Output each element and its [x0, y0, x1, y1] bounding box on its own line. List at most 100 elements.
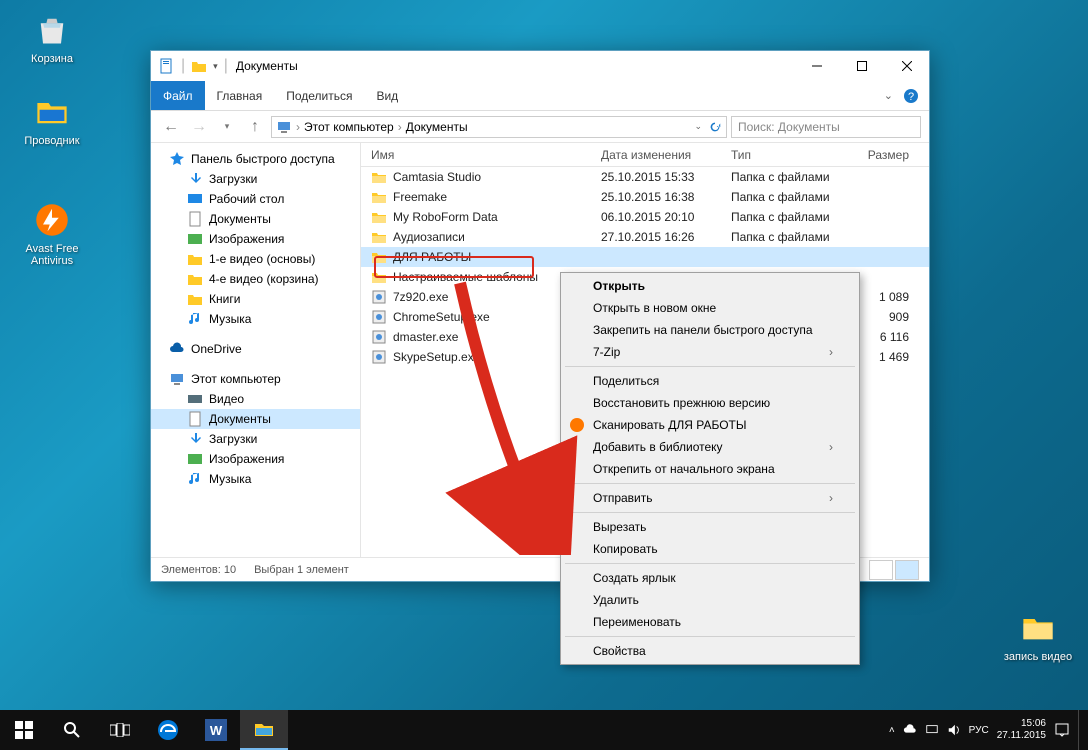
tray-notifications-icon[interactable] — [1054, 722, 1070, 738]
new-folder-icon[interactable] — [191, 58, 207, 74]
desktop-icon-record-video[interactable]: запись видео — [1000, 608, 1076, 663]
file-row[interactable]: Camtasia Studio25.10.2015 15:33Папка с ф… — [361, 167, 929, 187]
context-item[interactable]: Создать ярлык — [563, 567, 857, 589]
column-headers[interactable]: Имя Дата изменения Тип Размер — [361, 143, 929, 167]
sidebar-item-video1[interactable]: 1-е видео (основы) — [151, 249, 360, 269]
context-item-label: Восстановить прежнюю версию — [593, 396, 770, 410]
context-item[interactable]: Копировать — [563, 538, 857, 560]
desktop-icon-recycle-bin[interactable]: Корзина — [14, 10, 90, 65]
sidebar-item-documents[interactable]: Документы — [151, 209, 360, 229]
context-item[interactable]: Поделиться — [563, 370, 857, 392]
titlebar[interactable]: | ▾ | Документы — [151, 51, 929, 81]
file-row[interactable]: ДЛЯ РАБОТЫ — [361, 247, 929, 267]
sidebar-item-downloads[interactable]: Загрузки — [151, 169, 360, 189]
dropdown-arrow-icon[interactable]: ▾ — [213, 61, 218, 72]
file-date: 25.10.2015 16:38 — [601, 190, 731, 204]
sidebar-pc-documents[interactable]: Документы — [151, 409, 360, 429]
sidebar-pc-downloads[interactable]: Загрузки — [151, 429, 360, 449]
start-button[interactable] — [0, 710, 48, 750]
properties-icon[interactable] — [159, 58, 175, 74]
desktop-icon-explorer[interactable]: Проводник — [14, 92, 90, 147]
tray-onedrive-icon[interactable] — [903, 723, 917, 737]
context-item-label: 7-Zip — [593, 345, 620, 359]
view-icons-button[interactable] — [895, 560, 919, 580]
view-details-button[interactable] — [869, 560, 893, 580]
ribbon-tab-share[interactable]: Поделиться — [274, 81, 364, 110]
breadcrumb-item[interactable]: Документы — [406, 120, 468, 134]
back-button[interactable]: ← — [159, 115, 183, 139]
context-item[interactable]: Переименовать — [563, 611, 857, 633]
context-item[interactable]: Открыть — [563, 275, 857, 297]
divider: | — [181, 57, 185, 75]
file-row[interactable]: Freemake25.10.2015 16:38Папка с файлами — [361, 187, 929, 207]
taskbar-word[interactable]: W — [192, 710, 240, 750]
context-item[interactable]: Открепить от начального экрана — [563, 458, 857, 480]
sidebar-item-music[interactable]: Музыка — [151, 309, 360, 329]
recent-dropdown[interactable]: ▾ — [215, 115, 239, 139]
show-desktop-button[interactable] — [1078, 710, 1084, 750]
sidebar-item-desktop[interactable]: Рабочий стол — [151, 189, 360, 209]
file-row[interactable]: Аудиозаписи27.10.2015 16:26Папка с файла… — [361, 227, 929, 247]
context-item[interactable]: Свойства — [563, 640, 857, 662]
ribbon-tab-home[interactable]: Главная — [205, 81, 275, 110]
context-item[interactable]: Отправить› — [563, 487, 857, 509]
col-size[interactable]: Размер — [861, 148, 929, 162]
tray-chevron-icon[interactable]: ˄ — [889, 725, 895, 736]
sidebar-thispc[interactable]: Этот компьютер — [151, 369, 360, 389]
music-icon — [187, 311, 203, 327]
up-button[interactable]: ↑ — [243, 115, 267, 139]
context-item[interactable]: Сканировать ДЛЯ РАБОТЫ — [563, 414, 857, 436]
sidebar-item-books[interactable]: Книги — [151, 289, 360, 309]
sidebar-pc-music[interactable]: Музыка — [151, 469, 360, 489]
sidebar-item-video4[interactable]: 4-е видео (корзина) — [151, 269, 360, 289]
context-item-label: Отправить — [593, 491, 653, 505]
folder-icon — [1018, 608, 1058, 648]
star-icon — [169, 151, 185, 167]
window-title: Документы — [236, 59, 298, 73]
tray-network-icon[interactable] — [925, 723, 939, 737]
context-item[interactable]: Вырезать — [563, 516, 857, 538]
tray-clock[interactable]: 15:06 27.11.2015 — [997, 718, 1046, 742]
help-icon[interactable]: ? — [903, 88, 919, 104]
doc-icon — [187, 211, 203, 227]
forward-button[interactable]: → — [187, 115, 211, 139]
sidebar-pc-pictures[interactable]: Изображения — [151, 449, 360, 469]
context-item[interactable]: 7-Zip› — [563, 341, 857, 363]
context-item[interactable]: Удалить — [563, 589, 857, 611]
taskbar-edge[interactable] — [144, 710, 192, 750]
breadcrumb-item[interactable]: Этот компьютер — [304, 120, 394, 134]
ribbon-expand-icon[interactable]: ⌄ — [884, 89, 893, 102]
sidebar-item-pictures[interactable]: Изображения — [151, 229, 360, 249]
pictures-icon — [187, 451, 203, 467]
taskbar-explorer[interactable] — [240, 710, 288, 750]
col-type[interactable]: Тип — [731, 148, 861, 162]
taskview-button[interactable] — [96, 710, 144, 750]
maximize-button[interactable] — [839, 51, 884, 81]
file-size: 909 — [861, 310, 929, 324]
context-item[interactable]: Открыть в новом окне — [563, 297, 857, 319]
context-item[interactable]: Добавить в библиотеку› — [563, 436, 857, 458]
col-name[interactable]: Имя — [361, 148, 601, 162]
tray-volume-icon[interactable] — [947, 723, 961, 737]
sidebar-pc-video[interactable]: Видео — [151, 389, 360, 409]
context-item-label: Удалить — [593, 593, 639, 607]
context-item[interactable]: Восстановить прежнюю версию — [563, 392, 857, 414]
context-item[interactable]: Закрепить на панели быстрого доступа — [563, 319, 857, 341]
sidebar-onedrive[interactable]: OneDrive — [151, 339, 360, 359]
sidebar-quick-access[interactable]: Панель быстрого доступа — [151, 149, 360, 169]
file-row[interactable]: My RoboForm Data06.10.2015 20:10Папка с … — [361, 207, 929, 227]
close-button[interactable] — [884, 51, 929, 81]
minimize-button[interactable] — [794, 51, 839, 81]
breadcrumb-dropdown-icon[interactable]: ⌄ — [694, 121, 702, 132]
ribbon-tab-file[interactable]: Файл — [151, 81, 205, 110]
search-button[interactable] — [48, 710, 96, 750]
search-input[interactable]: Поиск: Документы — [731, 116, 921, 138]
context-item-label: Поделиться — [593, 374, 659, 388]
tray-language[interactable]: РУС — [969, 725, 989, 736]
pc-icon — [169, 371, 185, 387]
ribbon-tab-view[interactable]: Вид — [364, 81, 410, 110]
col-date[interactable]: Дата изменения — [601, 148, 731, 162]
refresh-icon[interactable] — [708, 120, 722, 134]
desktop-icon-avast[interactable]: Avast Free Antivirus — [14, 200, 90, 267]
breadcrumb[interactable]: › Этот компьютер › Документы ⌄ — [271, 116, 727, 138]
